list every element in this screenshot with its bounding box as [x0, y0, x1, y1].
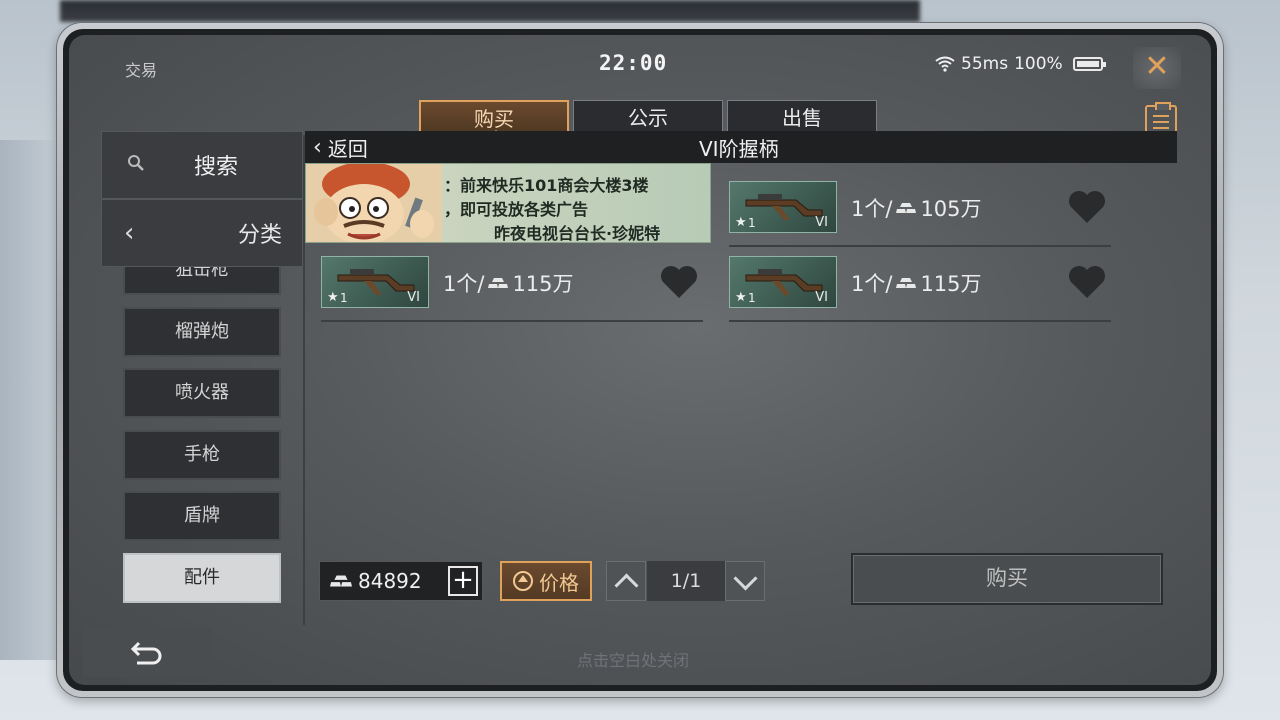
item-price-value: 115万	[920, 272, 982, 296]
listing-row[interactable]: ★ 1 VI 1个/ 115万	[321, 256, 703, 322]
item-stars: 1	[748, 216, 756, 230]
clock: 22:00	[599, 51, 668, 75]
category-button[interactable]: ‹ 分类	[101, 199, 303, 267]
chevron-left-icon: ‹	[124, 218, 135, 248]
ingot-icon	[330, 575, 352, 587]
background-blur-top	[60, 0, 920, 22]
battery-icon	[1072, 57, 1106, 71]
page-indicator: 1/1	[647, 561, 725, 601]
tablet-frame: 交易 22:00 55ms 100% ✕ 购买 公示 出售 狙击枪 榴弹炮 喷火…	[56, 22, 1224, 698]
battery-text: 100%	[1014, 54, 1063, 74]
sort-label: 价格	[539, 570, 579, 595]
sort-price-button[interactable]: 价格	[500, 561, 592, 601]
item-price: 1个/ 105万	[851, 193, 982, 223]
star-icon: ★	[735, 215, 747, 230]
ad-line-1: ：前来快乐101商会大楼3楼	[444, 176, 649, 195]
page-down-button[interactable]	[725, 561, 765, 601]
category-list: 狙击枪 榴弹炮 喷火器 手枪 盾牌 配件	[123, 267, 283, 621]
heart-icon[interactable]	[1067, 189, 1107, 225]
item-thumbnail[interactable]: ★ 1 VI	[729, 181, 837, 233]
return-button[interactable]	[83, 627, 213, 677]
star-icon: ★	[327, 290, 339, 305]
search-label: 搜索	[193, 155, 238, 180]
search-icon	[116, 154, 156, 177]
item-stars: 1	[340, 291, 348, 305]
list-header: ‹ 返回 VI阶握柄	[305, 131, 1177, 163]
ping-text: 55ms	[961, 54, 1009, 74]
category-flamethrower[interactable]: 喷火器	[123, 368, 281, 418]
close-hint: 点击空白处关闭	[577, 651, 690, 670]
item-thumbnail[interactable]: ★ 1 VI	[321, 256, 429, 308]
item-stars: 1	[748, 291, 756, 305]
close-icon[interactable]: ✕	[1133, 47, 1181, 89]
page-up-button[interactable]	[606, 561, 646, 601]
heart-icon[interactable]	[659, 264, 699, 300]
list-title: VI阶握柄	[699, 136, 779, 161]
heart-icon[interactable]	[1067, 264, 1107, 300]
status-indicators: 55ms 100%	[935, 54, 1106, 74]
row-divider	[729, 320, 1111, 322]
search-button[interactable]: 搜索	[101, 131, 303, 199]
ingot-icon	[896, 203, 917, 213]
item-price: 1个/ 115万	[443, 268, 574, 298]
back-button[interactable]: ‹ 返回	[313, 133, 368, 162]
return-icon	[130, 641, 162, 665]
trade-screen: 交易 22:00 55ms 100% ✕ 购买 公示 出售 狙击枪 榴弹炮 喷火…	[69, 35, 1211, 685]
category-shield[interactable]: 盾牌	[123, 491, 281, 541]
listing-row[interactable]: ★ 1 VI 1个/ 105万	[729, 181, 1111, 247]
currency-balance: 84892 +	[319, 561, 483, 601]
mascot-image	[306, 164, 442, 242]
sort-arrow-icon	[513, 571, 533, 591]
item-tier: VI	[815, 215, 828, 230]
add-currency-button[interactable]: +	[448, 566, 478, 596]
item-price-value: 105万	[920, 197, 982, 221]
row-divider	[321, 320, 703, 322]
buy-button[interactable]: 购买	[851, 553, 1163, 605]
listing-row[interactable]: ★ 1 VI 1个/ 115万	[729, 256, 1111, 322]
ingot-icon	[488, 278, 509, 288]
category-attachment[interactable]: 配件	[123, 552, 281, 603]
back-label: 返回	[327, 136, 368, 161]
item-thumbnail[interactable]: ★ 1 VI	[729, 256, 837, 308]
category-grenade-launcher[interactable]: 榴弹炮	[123, 306, 281, 357]
item-qty: 1个/	[443, 272, 485, 296]
chevron-left-icon: ‹	[313, 134, 322, 160]
ad-banner[interactable]: ：前来快乐101商会大楼3楼 ，即可投放各类广告 昨夜电视台台长·珍妮特	[305, 163, 711, 243]
category-sniper[interactable]: 狙击枪	[123, 267, 281, 295]
tablet-bezel: 交易 22:00 55ms 100% ✕ 购买 公示 出售 狙击枪 榴弹炮 喷火…	[63, 29, 1217, 691]
row-divider	[729, 245, 1111, 247]
item-qty: 1个/	[851, 197, 893, 221]
category-label: 分类	[237, 223, 282, 248]
category-pistol[interactable]: 手枪	[123, 429, 281, 480]
item-price: 1个/ 115万	[851, 268, 982, 298]
app-title: 交易	[125, 61, 158, 80]
balance-value: 84892	[358, 569, 422, 593]
item-qty: 1个/	[851, 272, 893, 296]
item-tier: VI	[407, 290, 420, 305]
ingot-icon	[896, 278, 917, 288]
ad-line-2: ，即可投放各类广告	[444, 200, 589, 219]
star-icon: ★	[735, 290, 747, 305]
wifi-icon	[935, 56, 955, 72]
ad-line-3: 昨夜电视台台长·珍妮特	[494, 224, 661, 243]
item-price-value: 115万	[512, 272, 574, 296]
background-blur-left	[0, 140, 60, 660]
item-tier: VI	[815, 290, 828, 305]
